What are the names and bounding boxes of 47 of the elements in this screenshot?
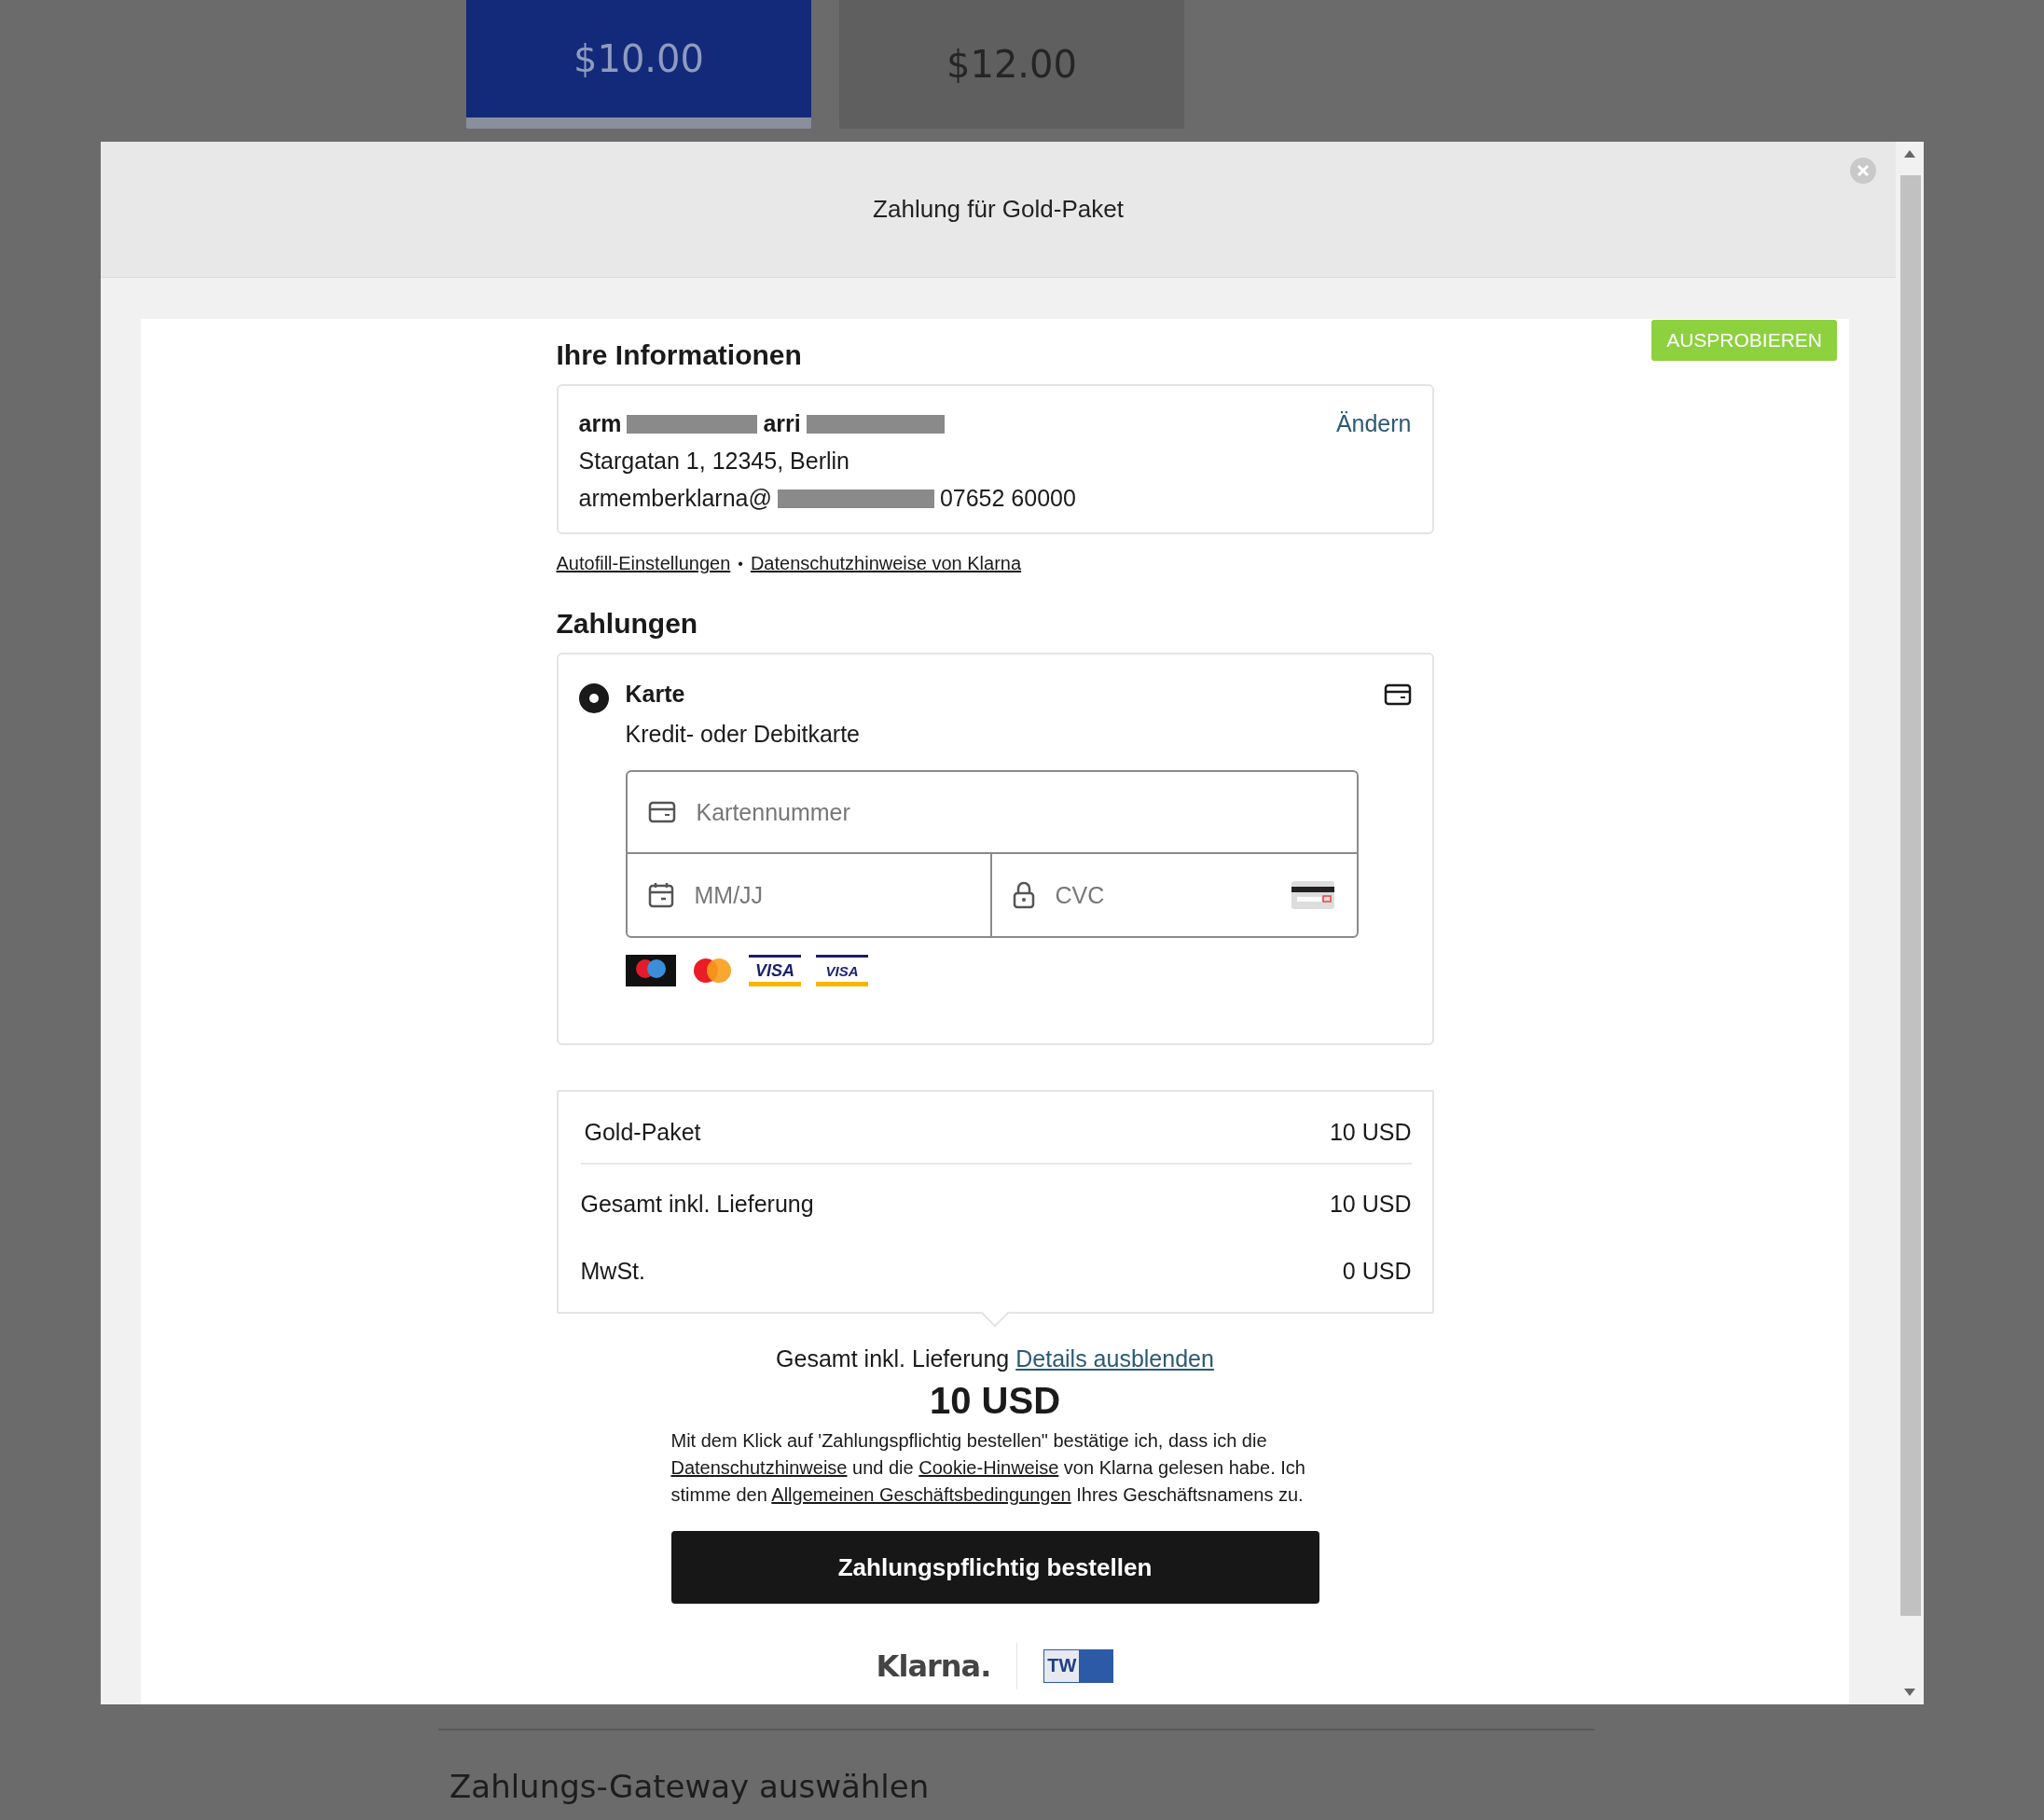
- total-amount: 10 USD: [928, 1380, 1062, 1422]
- section-heading: Ihre Informationen: [556, 339, 803, 371]
- contact-text: armemberklarna@: [578, 485, 772, 512]
- trust-badge: TW: [1043, 1649, 1114, 1683]
- summary-value: 0 USD: [1342, 1257, 1412, 1285]
- card-icon: [1383, 682, 1412, 706]
- summary-label: Gold-Paket: [584, 1118, 701, 1146]
- try-badge: AUSPROBIEREN: [1651, 320, 1837, 361]
- summary-value: 10 USD: [1329, 1190, 1412, 1218]
- footer-link[interactable]: Autofill-Einstellungen: [556, 553, 731, 574]
- method-name: Karte: [625, 681, 685, 708]
- calendar-icon: [647, 882, 674, 908]
- summary-label: Gesamt inkl. Lieferung: [580, 1190, 814, 1218]
- separator-dot: •: [738, 555, 743, 572]
- details-link[interactable]: Details ausblenden: [1015, 1345, 1214, 1372]
- card-number-field[interactable]: Kartennummer: [694, 797, 1334, 827]
- summary-value: 10 USD: [1329, 1118, 1412, 1146]
- name-text: arri: [763, 410, 801, 437]
- visa-logo: VISA: [748, 955, 801, 986]
- section-heading: Zahlungs-Gateway auswählen: [449, 1768, 931, 1805]
- expiry-field[interactable]: MM/JJ: [692, 880, 968, 910]
- visa-logo: VISA: [815, 955, 868, 986]
- card-back-icon: [1291, 881, 1334, 909]
- price-option[interactable]: $10.00: [466, 0, 811, 129]
- lock-icon: [1012, 881, 1035, 909]
- cvc-field[interactable]: CVC: [1053, 880, 1273, 910]
- card-icon: [647, 801, 676, 823]
- section-heading: Zahlungen: [556, 608, 699, 640]
- radio-button[interactable]: [578, 683, 609, 713]
- consent-text: Mit dem Klick auf 'Zahlungspflichtig bestellen" bestätige ich, dass ich die Datenschutzhinweise und die Cookie-Hinweise von Klarna gelesen habe. Ich stimme den Allgemeinen Geschäftsbedingungen Ihres Geschäftsnamens zu.: [670, 1429, 1306, 1507]
- dialog-title: Zahlung für Gold-Paket: [873, 195, 1124, 224]
- method-description: Kredit- oder Debitkarte: [625, 721, 861, 748]
- klarna-logo: Klarna.: [876, 1648, 991, 1684]
- order-button[interactable]: Zahlungspflichtig bestellen: [670, 1531, 1319, 1604]
- address-text: Stargatan 1, 12345, Berlin: [578, 448, 849, 475]
- terms-link[interactable]: Cookie-Hinweise: [918, 1457, 1059, 1478]
- terms-link[interactable]: Datenschutzhinweise: [670, 1457, 848, 1478]
- terms-link[interactable]: Allgemeinen Geschäftsbedingungen: [771, 1484, 1071, 1505]
- maestro-logo-icon: [625, 955, 676, 986]
- contact-text: 07652 60000: [939, 485, 1076, 512]
- total-label: Gesamt inkl. Lieferung: [776, 1345, 1010, 1372]
- scroll-down-icon[interactable]: [1903, 1688, 1916, 1697]
- name-text: arm: [578, 410, 622, 437]
- edit-link[interactable]: Ändern: [1335, 410, 1412, 437]
- footer-link[interactable]: Datenschutzhinweise von Klarna: [750, 553, 1022, 574]
- summary-label: MwSt.: [580, 1257, 645, 1285]
- scroll-up-icon[interactable]: [1903, 149, 1916, 159]
